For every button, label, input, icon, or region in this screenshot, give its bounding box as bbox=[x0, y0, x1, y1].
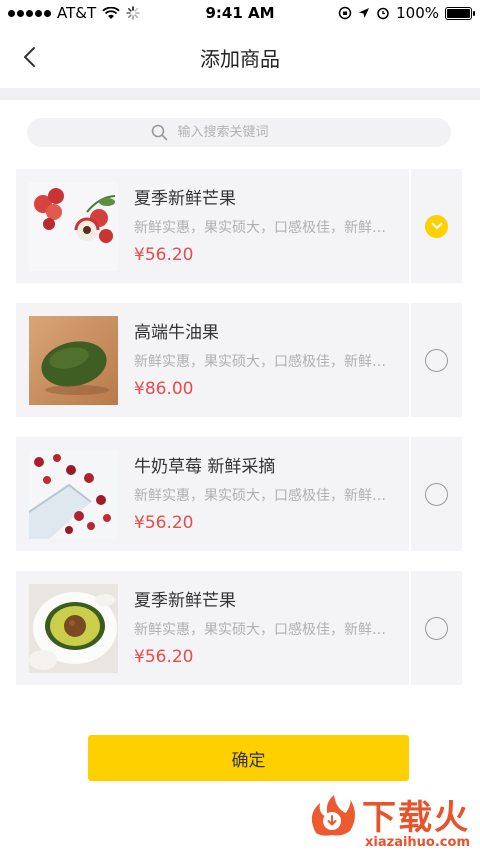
product-card[interactable]: 夏季新鲜芒果 新鲜实惠，果实硕大，口感极佳，新鲜采摘 ¥56.20 bbox=[16, 169, 462, 283]
select-cell[interactable] bbox=[409, 303, 462, 417]
radio-circle-icon[interactable] bbox=[425, 482, 448, 506]
product-card[interactable]: 高端牛油果 新鲜实惠，果实硕大，口感极佳，新鲜采摘 ¥86.00 bbox=[16, 303, 462, 417]
watermark: 下载火 xiazaihuo.com bbox=[306, 790, 470, 850]
watermark-url: xiazaihuo.com bbox=[365, 835, 470, 850]
battery-icon bbox=[445, 6, 475, 20]
product-image-avocado bbox=[29, 316, 118, 405]
status-right: 100% bbox=[338, 4, 475, 22]
header-divider bbox=[0, 88, 480, 100]
product-description: 新鲜实惠，果实硕大，口感极佳，新鲜采摘 bbox=[134, 220, 396, 236]
location-arrow-icon bbox=[359, 8, 370, 18]
product-description: 新鲜实惠，果实硕大，口感极佳，新鲜采摘 bbox=[134, 488, 396, 504]
product-image-avocado-half bbox=[29, 584, 118, 673]
loading-spinner-icon bbox=[126, 6, 140, 20]
back-button[interactable] bbox=[12, 40, 46, 74]
nav-bar: 添加商品 bbox=[0, 26, 480, 88]
product-card[interactable]: 夏季新鲜芒果 新鲜实惠，果实硕大，口感极佳，新鲜采摘 ¥56.20 bbox=[16, 571, 462, 685]
search-input[interactable] bbox=[177, 125, 328, 140]
radio-circle-icon[interactable] bbox=[425, 616, 448, 640]
product-price: ¥56.20 bbox=[134, 513, 194, 533]
alarm-icon bbox=[377, 7, 389, 20]
checked-circle-icon[interactable] bbox=[425, 214, 448, 238]
product-description: 新鲜实惠，果实硕大，口感极佳，新鲜采摘 bbox=[134, 354, 396, 370]
product-info: 夏季新鲜芒果 新鲜实惠，果实硕大，口感极佳，新鲜采摘 ¥56.20 bbox=[16, 169, 409, 283]
watermark-top: 下载火 bbox=[306, 790, 470, 839]
product-card[interactable]: 牛奶草莓 新鲜采摘 新鲜实惠，果实硕大，口感极佳，新鲜采摘 ¥56.20 bbox=[16, 437, 462, 551]
product-price: ¥56.20 bbox=[134, 245, 194, 265]
signal-icon bbox=[8, 9, 51, 17]
product-info: 夏季新鲜芒果 新鲜实惠，果实硕大，口感极佳，新鲜采摘 ¥56.20 bbox=[16, 571, 409, 685]
product-name: 牛奶草莓 新鲜采摘 bbox=[134, 457, 276, 477]
status-bar: AT&T 9:41 AM 100% bbox=[0, 0, 480, 26]
product-image-cranberry bbox=[29, 450, 118, 539]
watermark-text: 下载火 bbox=[362, 798, 470, 838]
product-info: 高端牛油果 新鲜实惠，果实硕大，口感极佳，新鲜采摘 ¥86.00 bbox=[16, 303, 409, 417]
product-price: ¥86.00 bbox=[134, 379, 194, 399]
product-list: 夏季新鲜芒果 新鲜实惠，果实硕大，口感极佳，新鲜采摘 ¥56.20 高端牛油果 bbox=[16, 169, 462, 705]
confirm-button[interactable]: 确定 bbox=[88, 735, 409, 781]
product-image-lychee bbox=[29, 182, 118, 271]
select-cell[interactable] bbox=[409, 571, 462, 685]
page-title: 添加商品 bbox=[200, 46, 280, 71]
product-name: 夏季新鲜芒果 bbox=[134, 189, 236, 209]
search-bar[interactable] bbox=[27, 118, 451, 147]
search-icon bbox=[151, 124, 167, 141]
product-price: ¥56.20 bbox=[134, 647, 194, 667]
wifi-icon bbox=[102, 6, 120, 19]
battery-percent: 100% bbox=[396, 4, 439, 22]
flame-logo-icon bbox=[311, 794, 355, 836]
product-description: 新鲜实惠，果实硕大，口感极佳，新鲜采摘 bbox=[134, 622, 396, 638]
chevron-left-icon bbox=[24, 47, 35, 67]
product-name: 高端牛油果 bbox=[134, 323, 219, 343]
status-left: AT&T bbox=[8, 4, 140, 22]
carrier-label: AT&T bbox=[57, 4, 97, 22]
select-cell[interactable] bbox=[409, 169, 462, 283]
rotation-lock-icon bbox=[338, 6, 352, 20]
product-name: 夏季新鲜芒果 bbox=[134, 591, 236, 611]
product-info: 牛奶草莓 新鲜采摘 新鲜实惠，果实硕大，口感极佳，新鲜采摘 ¥56.20 bbox=[16, 437, 409, 551]
select-cell[interactable] bbox=[409, 437, 462, 551]
radio-circle-icon[interactable] bbox=[425, 348, 448, 372]
